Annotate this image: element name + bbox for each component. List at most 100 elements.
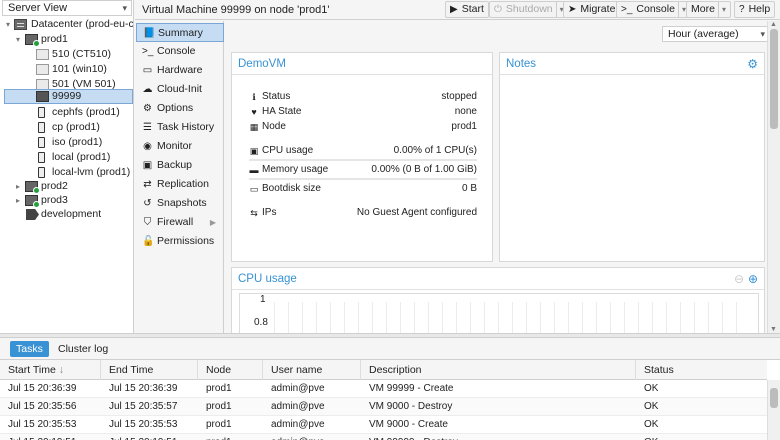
list-icon: ☰ [143,122,152,133]
terminal-icon: >_ [621,4,633,15]
gear-icon: ⚙ [143,103,152,114]
node-cell: prod1 [206,383,232,394]
col-end-time[interactable]: End Time [101,360,198,380]
migrate-button[interactable]: ➤ Migrate [563,1,621,18]
chart-gridline [638,302,639,333]
col-user-name[interactable]: User name [263,360,361,380]
col-description[interactable]: Description [361,360,636,380]
tree-item-label: cp (prod1) [52,121,100,133]
chart-gridline [498,302,499,333]
memory-value: 0.00% (0 B of 1.00 GiB) [371,164,477,175]
scroll-up-icon[interactable]: ▲ [770,21,777,28]
send-icon: ➤ [568,4,577,15]
start-time-cell: Jul 15 20:35:53 [8,419,77,430]
col-node[interactable]: Node [198,360,263,380]
end-time-cell: Jul 15 20:36:39 [109,383,178,394]
exchange-icon: ⇆ [250,208,258,218]
tree-item-development[interactable]: development [0,207,133,222]
storage-icon [38,137,45,148]
chart-gridline [428,302,429,333]
tree-item-cp[interactable]: cp (prod1) [0,120,133,135]
cloud-icon: ☁ [142,84,153,95]
table-row[interactable]: Jul 15 20:36:39 Jul 15 20:36:39 prod1 admin… [0,380,767,398]
chart-gridline [344,302,345,333]
info-icon: ℹ [252,92,256,102]
chart-gridline [526,302,527,333]
tree-item-prod3[interactable]: ▸ prod3 [0,193,133,208]
console-button[interactable]: >_ Console ▾ [616,1,691,18]
scrollbar-thumb[interactable] [770,388,778,408]
tree-item-vm101[interactable]: 101 (win10) [0,62,133,77]
tree-item-local-lvm[interactable]: local-lvm (prod1) [0,165,133,180]
menu-backup[interactable]: ▣ Backup [136,156,224,175]
expand-icon[interactable]: ▸ [13,179,23,194]
log-scrollbar[interactable] [767,380,780,440]
tree-item-label: prod3 [41,194,68,206]
menu-task-history[interactable]: ☰ Task History [136,118,224,137]
chevron-down-icon: ▾ [122,3,127,13]
tab-cluster-log[interactable]: Cluster log [52,341,114,357]
floppy-icon: ▣ [142,160,153,171]
node-online-icon [25,195,40,208]
status-row: ℹ Status stopped [249,90,477,104]
chevron-down-icon[interactable]: ▾ [677,2,686,17]
collapse-icon[interactable]: ▾ [3,17,13,32]
tree-item-datacenter[interactable]: ▾ Datacenter (prod-eu-central) [0,17,133,32]
scroll-down-icon[interactable]: ▼ [770,326,777,333]
gear-icon[interactable]: ⚙ [747,53,758,75]
ips-row: ⇆ IPs No Guest Agent configured [249,206,477,220]
collapse-icon[interactable]: ▾ [13,32,23,47]
chart-gridline [680,302,681,333]
expand-icon[interactable]: ▸ [13,193,23,208]
menu-snapshots[interactable]: ↺ Snapshots [136,194,224,213]
menu-replication[interactable]: ⇄ Replication [136,175,224,194]
menu-label: Firewall [157,216,194,228]
main-scrollbar[interactable]: ▲ ▼ [767,21,780,333]
menu-options[interactable]: ⚙ Options [136,99,224,118]
menu-hardware[interactable]: ▭ Hardware [136,61,224,80]
table-row[interactable]: Jul 15 20:35:53 Jul 15 20:35:53 prod1 admin… [0,416,767,434]
menu-console[interactable]: >_ Console [136,42,224,61]
help-button[interactable]: ? Help [734,1,776,18]
table-row[interactable]: Jul 15 20:19:51Jul 15 20:19:51prod1admin… [0,434,767,440]
storage-icon [38,122,45,133]
zoom-out-icon[interactable]: ⊖ [734,268,744,290]
timeframe-select[interactable]: Hour (average) ▾ [662,26,767,42]
col-start-time[interactable]: Start Time ↓ [0,360,101,380]
zoom-in-icon[interactable]: ⊕ [748,268,758,290]
chevron-down-icon[interactable]: ▾ [717,2,726,17]
tree-item-label: 101 (win10) [52,63,107,75]
scrollbar-thumb[interactable] [770,29,778,129]
tree-item-local[interactable]: local (prod1) [0,150,133,165]
chart-gridline [512,302,513,333]
tree-item-iso[interactable]: iso (prod1) [0,135,133,150]
menu-firewall[interactable]: ⛉ Firewall ▶ [136,213,224,232]
storage-icon [38,107,45,118]
tree-item-ct510[interactable]: 510 (CT510) [0,47,133,62]
table-row[interactable]: Jul 15 20:35:56 Jul 15 20:35:57 prod1 admin… [0,398,767,416]
menu-monitor[interactable]: ◉ Monitor [136,137,224,156]
more-button[interactable]: More ▾ [686,1,731,18]
tree-item-prod2[interactable]: ▸ prod2 [0,179,133,194]
help-label: Help [748,3,771,15]
chart-gridline [652,302,653,333]
chart-gridline [666,302,667,333]
tree-item-label: cephfs (prod1) [52,106,120,118]
start-button[interactable]: ▶ Start [445,1,489,18]
col-status[interactable]: Status [636,360,767,380]
status-cell: OK [644,383,659,394]
shutdown-button[interactable]: ⏻ Shutdown ▾ [489,1,569,18]
user-cell: admin@pve [263,434,361,440]
node-cell: prod1 [198,434,263,440]
menu-summary[interactable]: 📘 Summary [136,23,224,42]
eye-icon: ◉ [143,141,152,152]
menu-permissions[interactable]: 🔓 Permissions [136,232,224,251]
tree-item-cephfs[interactable]: cephfs (prod1) [0,105,133,120]
tree-item-prod1[interactable]: ▾ prod1 [0,32,133,47]
cpu-usage-chart-panel: CPU usage ⊖ ⊕ 1 0.8 [231,267,765,333]
menu-cloud-init[interactable]: ☁ Cloud-Init [136,80,224,99]
view-selector[interactable]: Server View ▾ [2,0,132,16]
notes-panel: Notes ⚙ [499,52,765,262]
tab-tasks[interactable]: Tasks [10,341,49,357]
tree-item-vm99999[interactable]: 99999 [4,89,133,104]
